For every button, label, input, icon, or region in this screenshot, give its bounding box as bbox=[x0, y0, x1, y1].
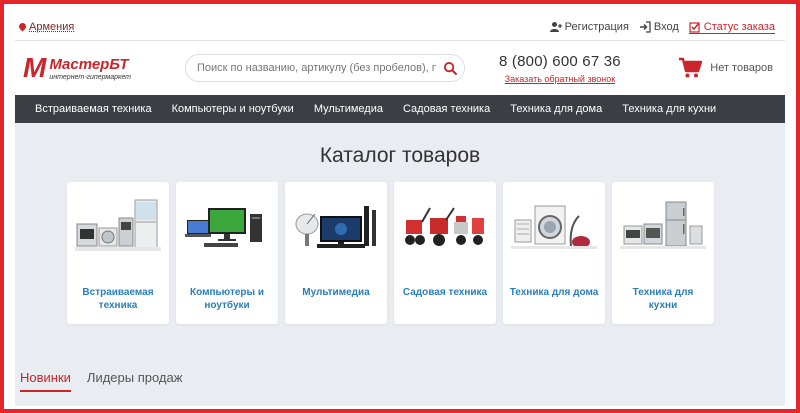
login-link[interactable]: Вход bbox=[639, 21, 679, 33]
search-button[interactable] bbox=[436, 55, 464, 81]
order-status-label: Статус заказа bbox=[703, 20, 775, 33]
category-card-built-in[interactable]: Встраиваемая техника bbox=[67, 182, 169, 324]
header: М МастерБТ интернет-гипермаркет 8 (800) … bbox=[15, 41, 785, 95]
category-label: Техника для дома bbox=[509, 287, 599, 298]
login-label: Вход bbox=[653, 21, 679, 33]
nav-item-garden[interactable]: Садовая техника bbox=[393, 103, 500, 115]
nav-item-multimedia[interactable]: Мультимедиа bbox=[304, 103, 393, 115]
category-card-home[interactable]: Техника для дома bbox=[503, 182, 605, 324]
nav-item-home[interactable]: Техника для дома bbox=[500, 103, 612, 115]
nav-item-computers[interactable]: Компьютеры и ноутбуки bbox=[162, 103, 304, 115]
nav-item-kitchen[interactable]: Техника для кухни bbox=[612, 103, 726, 115]
contact-block: 8 (800) 600 67 36 Заказать обратный звон… bbox=[499, 53, 621, 84]
catalog-title: Каталог товаров bbox=[319, 144, 481, 167]
search-box bbox=[185, 54, 465, 82]
multimedia-image bbox=[295, 206, 376, 248]
cart[interactable]: Нет товаров bbox=[678, 57, 773, 79]
built-in-appliances-image bbox=[75, 199, 161, 251]
product-tabs: Новинки Лидеры продаж bbox=[20, 370, 182, 392]
sign-in-icon bbox=[639, 21, 651, 33]
phone-number[interactable]: 8 (800) 600 67 36 bbox=[499, 53, 621, 70]
location-selector[interactable]: Армения bbox=[19, 21, 74, 33]
tab-new[interactable]: Новинки bbox=[20, 370, 71, 392]
cart-label: Нет товаров bbox=[710, 62, 773, 74]
page: Армения Регистрация Вход Статус заказа М… bbox=[15, 14, 785, 406]
logo[interactable]: М МастерБТ интернет-гипермаркет bbox=[23, 54, 173, 82]
checkbox-icon bbox=[689, 21, 700, 33]
logo-subtitle: интернет-гипермаркет bbox=[49, 73, 131, 81]
category-label: Мультимедиа bbox=[302, 287, 370, 298]
computers-image bbox=[185, 208, 262, 247]
location-pin-icon bbox=[19, 23, 26, 32]
register-link[interactable]: Регистрация bbox=[549, 21, 629, 33]
top-bar: Армения Регистрация Вход Статус заказа bbox=[15, 14, 785, 41]
register-label: Регистрация bbox=[564, 21, 629, 33]
kitchen-appliances-image bbox=[620, 201, 706, 249]
home-appliances-image bbox=[511, 205, 597, 249]
cart-icon bbox=[679, 57, 703, 78]
category-label: Садовая техника bbox=[402, 287, 488, 298]
logo-letter: М bbox=[23, 52, 47, 83]
garden-equipment-image bbox=[405, 207, 484, 246]
category-label: Встраиваемая техника bbox=[82, 287, 154, 311]
category-card-garden[interactable]: Садовая техника bbox=[394, 182, 496, 324]
order-status-link[interactable]: Статус заказа bbox=[688, 20, 775, 34]
search-input[interactable] bbox=[186, 62, 436, 74]
category-card-multimedia[interactable]: Мультимедиа bbox=[285, 182, 387, 324]
category-label: Техника для кухни bbox=[632, 287, 694, 311]
catalog-cards: Встраиваемая техника Компьютеры и ноутбу… bbox=[15, 182, 785, 324]
tab-bestsellers[interactable]: Лидеры продаж bbox=[87, 370, 183, 392]
main-nav: Встраиваемая техника Компьютеры и ноутбу… bbox=[15, 95, 785, 123]
category-card-kitchen[interactable]: Техника для кухни bbox=[612, 182, 714, 324]
category-card-computers[interactable]: Компьютеры и ноутбуки bbox=[176, 182, 278, 324]
logo-name: МастерБТ bbox=[49, 55, 129, 73]
category-label: Компьютеры и ноутбуки bbox=[190, 287, 264, 311]
nav-item-built-in[interactable]: Встраиваемая техника bbox=[25, 103, 162, 115]
user-plus-icon bbox=[549, 22, 562, 32]
search-icon bbox=[443, 61, 457, 75]
callback-link[interactable]: Заказать обратный звонок bbox=[505, 74, 616, 84]
location-label: Армения bbox=[29, 21, 75, 33]
